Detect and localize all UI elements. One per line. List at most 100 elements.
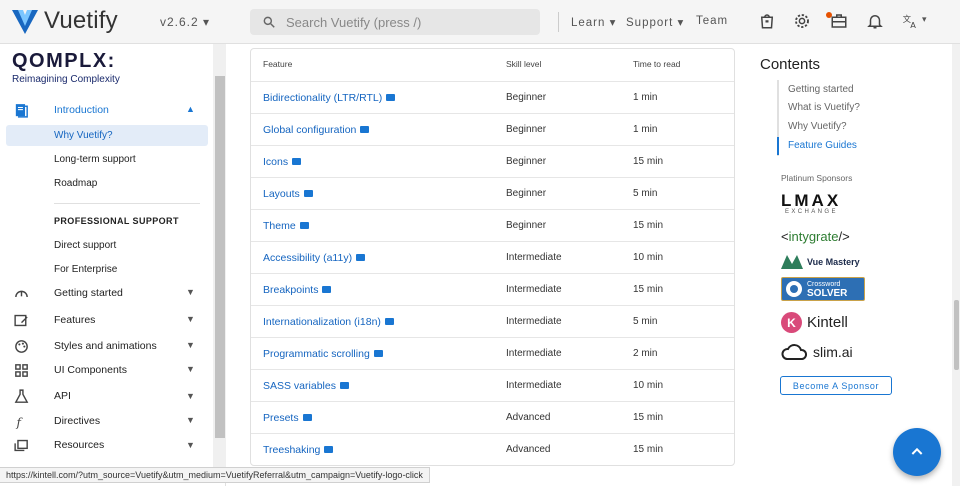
feature-link[interactable]: Accessibility (a11y) [263,252,366,264]
skill-level: Beginner [506,124,547,135]
internal-link-icon [384,318,394,325]
search-icon [263,16,275,28]
learn-menu[interactable]: Learn ▾ [571,15,616,29]
jobs-icon[interactable] [830,12,850,32]
support-menu[interactable]: Support ▾ [626,15,684,29]
scroll-top-button[interactable] [893,428,941,476]
sponsor-kintell[interactable]: K Kintell [781,312,848,333]
sidebar-item-for-enterprise[interactable]: For Enterprise [54,264,117,275]
sidebar-group-getting-started[interactable]: Getting started [12,282,123,304]
chevron-down-icon[interactable]: ▼ [186,440,195,450]
brand-name: QOMPLX: [12,50,116,72]
vuetify-logo-icon [12,10,38,34]
sponsor-vue-mastery[interactable]: Vue Mastery [781,255,860,269]
sidebar-item-direct-support[interactable]: Direct support [54,240,116,251]
toc-item-active[interactable]: Feature Guides [788,140,857,151]
feature-link[interactable]: Icons [263,156,302,168]
column-header-feature: Feature [263,59,293,69]
sidebar-item-roadmap[interactable]: Roadmap [54,178,97,189]
page-scrollbar-thumb[interactable] [954,300,959,370]
feature-link[interactable]: Breakpoints [263,284,332,296]
bell-icon[interactable] [866,12,886,32]
toc-item[interactable]: Why Vuetify? [788,121,847,132]
chevron-down-icon[interactable]: ▼ [186,391,195,401]
time-to-read: 15 min [633,284,664,295]
chevron-down-icon[interactable]: ▼ [186,415,195,425]
feature-link[interactable]: Theme [263,220,309,232]
toc-item[interactable]: Getting started [788,84,854,95]
feature-link[interactable]: Presets [263,412,312,424]
sponsors-heading: Platinum Sponsors [781,173,853,183]
time-to-read: 1 min [633,124,658,135]
chevron-down-icon[interactable]: ▼ [186,340,195,350]
grid-icon [12,361,30,379]
sidebar-scrollbar-thumb[interactable] [215,76,225,438]
sidebar-item-introduction[interactable]: Introduction [12,99,109,121]
slim-ai-label: slim.ai [813,344,853,360]
become-sponsor-button[interactable]: Become A Sponsor [780,376,892,395]
table-row: Treeshaking Advanced 15 min [251,433,734,465]
store-icon[interactable] [758,12,778,32]
sidebar-group-api[interactable]: API [12,385,71,407]
sponsor-crossword-solver[interactable]: Crossword SOLVER [781,277,865,301]
skill-level: Intermediate [506,380,562,391]
skill-level: Intermediate [506,284,562,295]
skill-level: Beginner [506,92,547,103]
time-to-read: 1 min [633,92,658,103]
search-input[interactable] [286,14,526,30]
sponsor-slim-ai[interactable]: slim.ai [781,343,853,361]
internal-link-icon [373,350,383,357]
feature-link[interactable]: Internationalization (i18n) [263,316,394,328]
feature-link[interactable]: Layouts [263,188,313,200]
browser-status-url: https://kintell.com/?utm_source=Vuetify&… [0,467,430,483]
brand-tagline: Reimagining Complexity [12,74,120,85]
feature-link[interactable]: Treeshaking [263,444,334,456]
translate-icon[interactable]: 文A ▾ [902,12,932,32]
time-to-read: 2 min [633,348,658,359]
feature-link[interactable]: Bidirectionality (LTR/RTL) [263,92,396,104]
version-select[interactable]: v2.6.2 ▾ [160,15,210,29]
features-icon [12,311,30,329]
cloud-icon [781,344,808,360]
vuetify-logo[interactable]: Vuetify [10,6,118,36]
sidebar-item-why-vuetify[interactable]: Why Vuetify? [54,130,113,141]
speedometer-icon [12,284,30,302]
settings-gear-icon[interactable] [793,12,813,32]
contents-title: Contents [760,56,821,73]
sidebar-group-features[interactable]: Features [12,309,95,331]
sidebar-item-long-term-support[interactable]: Long-term support [54,154,136,165]
chevron-down-icon[interactable]: ▼ [186,364,195,374]
skill-level: Beginner [506,188,547,199]
chevron-down-icon[interactable]: ▼ [186,287,195,297]
flask-icon [12,387,30,405]
sidebar-group-directives[interactable]: f Directives [12,410,100,432]
sponsor-brand[interactable]: QOMPLX: Reimagining Complexity [12,50,120,85]
skill-level: Beginner [506,156,547,167]
time-to-read: 15 min [633,444,664,455]
chevron-down-icon[interactable]: ▼ [186,314,195,324]
sidebar-group-resources[interactable]: Resources [12,434,104,456]
time-to-read: 10 min [633,380,664,391]
feature-link[interactable]: Global configuration [263,124,370,136]
toc-item[interactable]: What is Vuetify? [788,102,860,113]
table-row: Presets Advanced 15 min [251,401,734,433]
sidebar-group-ui-components[interactable]: UI Components [12,359,127,381]
table-row: SASS variables Intermediate 10 min [251,369,734,401]
page-scrollbar[interactable] [952,44,960,486]
internal-link-icon [302,414,312,421]
chevron-up-icon[interactable]: ▲ [186,104,195,114]
internal-link-icon [386,94,396,101]
feature-link[interactable]: Programmatic scrolling [263,348,383,360]
sidebar-group-styles[interactable]: Styles and animations [12,335,157,357]
sponsor-intygrate[interactable]: <intygrate/> [781,229,850,244]
table-row: Internationalization (i18n) Intermediate… [251,305,734,337]
sponsor-lmax[interactable]: LMAX EXCHANGE [781,192,841,215]
chevron-up-icon [911,447,923,455]
table-row: Accessibility (a11y) Intermediate 10 min [251,241,734,273]
internal-link-icon [324,446,334,453]
feature-link[interactable]: SASS variables [263,380,349,392]
app-name: Vuetify [44,7,118,34]
team-link[interactable]: Team [696,15,728,27]
notification-dot [826,12,832,18]
search-box[interactable] [250,9,540,35]
